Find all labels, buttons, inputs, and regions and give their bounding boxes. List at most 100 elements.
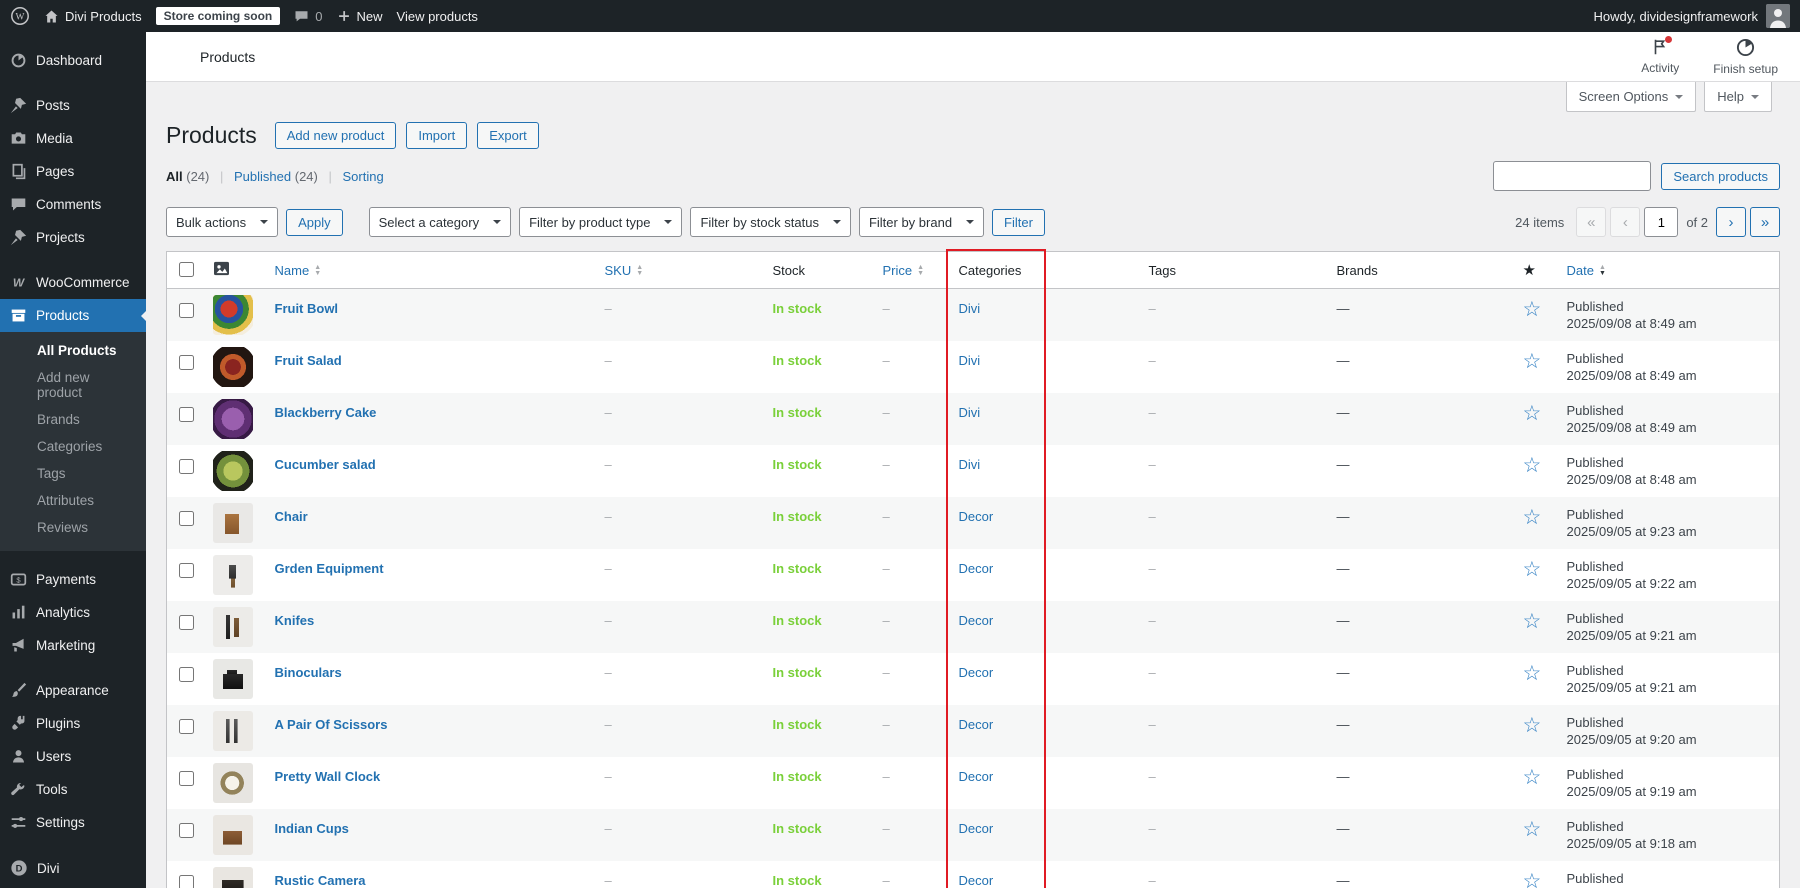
- product-type-filter-select[interactable]: Filter by product type: [519, 207, 683, 237]
- product-name-link[interactable]: Knifes: [275, 613, 315, 628]
- product-thumbnail[interactable]: [212, 347, 253, 387]
- featured-star-icon[interactable]: ☆: [1523, 454, 1542, 477]
- sidebar-item-settings[interactable]: Settings: [0, 806, 146, 839]
- product-name-link[interactable]: Binoculars: [275, 665, 342, 680]
- bulk-actions-select[interactable]: Bulk actions: [166, 207, 279, 237]
- product-thumbnail[interactable]: [212, 555, 253, 595]
- filter-button[interactable]: Filter: [992, 208, 1045, 236]
- category-link[interactable]: Decor: [959, 717, 994, 732]
- account-menu[interactable]: Howdy, dividesignframework: [1594, 4, 1800, 28]
- sidebar-item-tools[interactable]: Tools: [0, 773, 146, 806]
- new-menu-item[interactable]: New: [337, 9, 383, 24]
- product-name-link[interactable]: Pretty Wall Clock: [275, 769, 381, 784]
- last-page-button[interactable]: »: [1750, 207, 1780, 237]
- product-thumbnail[interactable]: [212, 711, 253, 751]
- product-thumbnail[interactable]: [212, 295, 253, 335]
- search-input[interactable]: [1493, 161, 1652, 191]
- current-page-input[interactable]: [1644, 207, 1679, 237]
- view-all[interactable]: All: [166, 169, 183, 184]
- sidebar-item-woocommerce[interactable]: W WooCommerce: [0, 266, 146, 299]
- apply-button[interactable]: Apply: [286, 208, 343, 236]
- sidebar-item-projects[interactable]: Projects: [0, 221, 146, 254]
- sidebar-item-plugins[interactable]: Plugins: [0, 707, 146, 740]
- site-menu-item[interactable]: Divi Products: [44, 9, 142, 24]
- row-checkbox[interactable]: [179, 303, 194, 318]
- featured-star-icon[interactable]: ☆: [1523, 350, 1542, 373]
- help-tab[interactable]: Help: [1704, 82, 1772, 112]
- category-link[interactable]: Decor: [959, 769, 994, 784]
- row-checkbox[interactable]: [179, 875, 194, 888]
- submenu-all-products[interactable]: All Products: [0, 337, 146, 364]
- search-products-button[interactable]: Search products: [1661, 162, 1780, 190]
- product-thumbnail[interactable]: [212, 659, 253, 699]
- category-link[interactable]: Decor: [959, 509, 994, 524]
- submenu-reviews[interactable]: Reviews: [0, 514, 146, 541]
- submenu-add-new-product[interactable]: Add new product: [0, 364, 146, 406]
- featured-star-icon[interactable]: ☆: [1523, 870, 1542, 888]
- column-header-name[interactable]: Name ▲ ▼: [264, 251, 595, 289]
- screen-options-tab[interactable]: Screen Options: [1565, 82, 1697, 112]
- product-name-link[interactable]: Grden Equipment: [275, 561, 384, 576]
- sidebar-item-dashboard[interactable]: Dashboard: [0, 44, 146, 77]
- export-button[interactable]: Export: [477, 122, 539, 149]
- featured-star-icon[interactable]: ☆: [1523, 298, 1542, 321]
- sidebar-item-users[interactable]: Users: [0, 740, 146, 773]
- view-products-menu-item[interactable]: View products: [397, 9, 478, 24]
- product-name-link[interactable]: Indian Cups: [275, 821, 349, 836]
- sidebar-item-analytics[interactable]: Analytics: [0, 596, 146, 629]
- product-thumbnail[interactable]: [212, 607, 253, 647]
- activity-button[interactable]: Activity: [1641, 35, 1679, 76]
- product-thumbnail[interactable]: [212, 399, 253, 439]
- sidebar-item-pages[interactable]: Pages: [0, 155, 146, 188]
- row-checkbox[interactable]: [179, 615, 194, 630]
- row-checkbox[interactable]: [179, 823, 194, 838]
- sidebar-item-products[interactable]: Products: [0, 299, 146, 332]
- category-link[interactable]: Decor: [959, 613, 994, 628]
- product-thumbnail[interactable]: [212, 503, 253, 543]
- next-page-button[interactable]: ›: [1716, 207, 1746, 237]
- sidebar-item-comments[interactable]: Comments: [0, 188, 146, 221]
- sidebar-item-divi[interactable]: D Divi: [0, 851, 146, 885]
- row-checkbox[interactable]: [179, 511, 194, 526]
- featured-star-icon[interactable]: ☆: [1523, 506, 1542, 529]
- category-link[interactable]: Divi: [959, 457, 981, 472]
- row-checkbox[interactable]: [179, 771, 194, 786]
- sidebar-item-payments[interactable]: $ Payments: [0, 563, 146, 596]
- view-sorting[interactable]: Sorting: [343, 169, 384, 184]
- sidebar-item-marketing[interactable]: Marketing: [0, 629, 146, 662]
- row-checkbox[interactable]: [179, 667, 194, 682]
- category-link[interactable]: Decor: [959, 873, 994, 888]
- product-name-link[interactable]: Chair: [275, 509, 308, 524]
- featured-star-icon[interactable]: ☆: [1523, 818, 1542, 841]
- product-name-link[interactable]: Blackberry Cake: [275, 405, 377, 420]
- submenu-tags[interactable]: Tags: [0, 460, 146, 487]
- submenu-attributes[interactable]: Attributes: [0, 487, 146, 514]
- product-thumbnail[interactable]: [212, 763, 253, 803]
- category-link[interactable]: Divi: [959, 353, 981, 368]
- sidebar-item-posts[interactable]: Posts: [0, 89, 146, 122]
- add-new-product-button[interactable]: Add new product: [274, 122, 397, 149]
- featured-star-icon[interactable]: ☆: [1523, 714, 1542, 737]
- product-thumbnail[interactable]: [212, 451, 253, 491]
- featured-star-icon[interactable]: ☆: [1523, 610, 1542, 633]
- sidebar-item-media[interactable]: Media: [0, 122, 146, 155]
- product-name-link[interactable]: Fruit Bowl: [275, 301, 339, 316]
- row-checkbox[interactable]: [179, 355, 194, 370]
- row-checkbox[interactable]: [179, 719, 194, 734]
- column-header-date[interactable]: Date ▲ ▼: [1556, 251, 1780, 289]
- row-checkbox[interactable]: [179, 563, 194, 578]
- stock-status-filter-select[interactable]: Filter by stock status: [690, 207, 851, 237]
- column-header-sku[interactable]: SKU ▲ ▼: [594, 251, 763, 289]
- category-link[interactable]: Decor: [959, 665, 994, 680]
- row-checkbox[interactable]: [179, 459, 194, 474]
- product-name-link[interactable]: Fruit Salad: [275, 353, 342, 368]
- row-checkbox[interactable]: [179, 407, 194, 422]
- category-filter-select[interactable]: Select a category: [368, 207, 512, 237]
- prev-page-button[interactable]: ‹: [1610, 207, 1641, 237]
- product-name-link[interactable]: A Pair Of Scissors: [275, 717, 388, 732]
- featured-star-icon[interactable]: ☆: [1523, 558, 1542, 581]
- featured-star-icon[interactable]: ☆: [1523, 766, 1542, 789]
- product-thumbnail[interactable]: [212, 867, 253, 888]
- featured-star-icon[interactable]: ☆: [1523, 662, 1542, 685]
- product-name-link[interactable]: Cucumber salad: [275, 457, 376, 472]
